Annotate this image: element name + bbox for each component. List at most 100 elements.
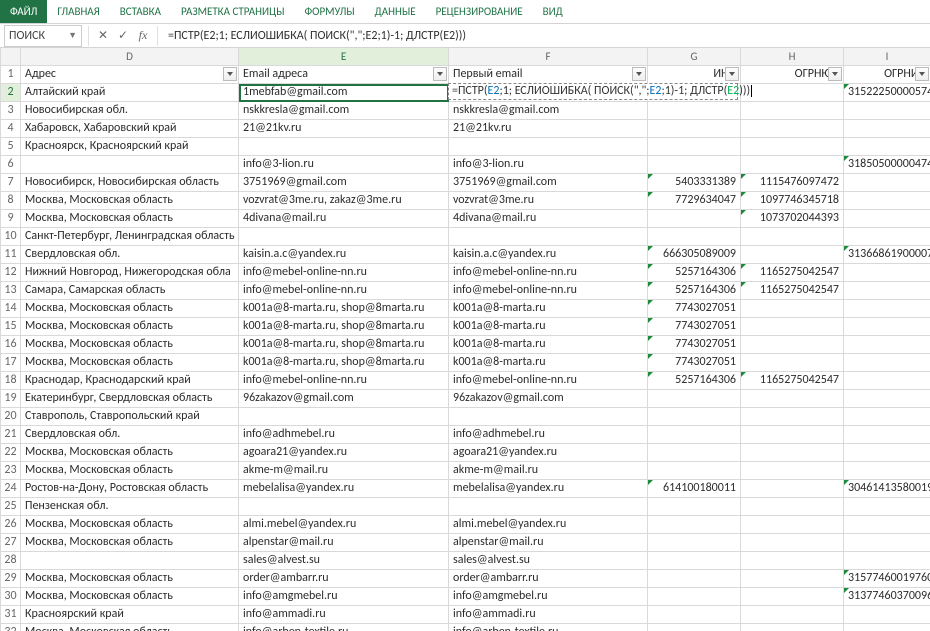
cell-D[interactable] xyxy=(21,552,239,570)
cell-D[interactable]: Москва, Московская область xyxy=(21,462,239,480)
cell-G[interactable]: 7743027051 xyxy=(648,300,741,318)
cell-F[interactable] xyxy=(449,408,648,426)
cell-D[interactable]: Санкт-Петербург, Ленинградская область xyxy=(21,228,239,246)
cell-I[interactable] xyxy=(844,354,930,372)
cell-D[interactable]: Самара, Самарская область xyxy=(21,282,239,300)
row-header[interactable]: 32 xyxy=(1,624,21,631)
row-header[interactable]: 2 xyxy=(1,84,21,102)
cell-F[interactable]: info@ammadi.ru xyxy=(449,606,648,624)
cell-D[interactable] xyxy=(21,156,239,174)
cell-H[interactable] xyxy=(741,570,844,588)
cell-I[interactable] xyxy=(844,426,930,444)
tab-formulas[interactable]: ФОРМУЛЫ xyxy=(294,0,364,23)
row-header[interactable]: 21 xyxy=(1,426,21,444)
cell-E[interactable]: alpenstar@mail.ru xyxy=(239,534,449,552)
cell-H[interactable] xyxy=(741,354,844,372)
cell-I[interactable]: 31377460370096 xyxy=(844,588,930,606)
cell-F[interactable] xyxy=(449,498,648,516)
cell-E[interactable]: nskkresla@gmail.com xyxy=(239,102,449,120)
cell-I[interactable] xyxy=(844,444,930,462)
cell-H[interactable] xyxy=(741,498,844,516)
cell-D[interactable]: Пензенская обл. xyxy=(21,498,239,516)
cell-G[interactable] xyxy=(648,498,741,516)
row-header[interactable]: 5 xyxy=(1,138,21,156)
cell-G[interactable]: 7743027051 xyxy=(648,354,741,372)
col-header-E[interactable]: E xyxy=(239,48,449,66)
cell-H[interactable] xyxy=(741,390,844,408)
filter-button[interactable] xyxy=(632,67,646,81)
cell-G[interactable] xyxy=(648,552,741,570)
cell-I[interactable] xyxy=(844,282,930,300)
cell-D[interactable]: Москва, Московская область xyxy=(21,516,239,534)
cell-G[interactable] xyxy=(648,462,741,480)
cell-I[interactable] xyxy=(844,228,930,246)
row-header[interactable]: 18 xyxy=(1,372,21,390)
filter-button[interactable] xyxy=(433,67,447,81)
cell-D[interactable]: Нижний Новгород, Нижегородская обла xyxy=(21,264,239,282)
cell-F[interactable]: info@amgmebel.ru xyxy=(449,588,648,606)
cell-E[interactable]: order@ambarr.ru xyxy=(239,570,449,588)
cell-G[interactable] xyxy=(648,444,741,462)
row-header[interactable]: 4 xyxy=(1,120,21,138)
cell-H[interactable] xyxy=(741,480,844,498)
cell-H[interactable] xyxy=(741,246,844,264)
cell-G[interactable]: 7729634047 xyxy=(648,192,741,210)
cell-H[interactable] xyxy=(741,84,844,102)
row-header[interactable]: 26 xyxy=(1,516,21,534)
cell-I[interactable]: 31850500000474 xyxy=(844,156,930,174)
cell-H[interactable] xyxy=(741,552,844,570)
cell-D[interactable]: Новосибирск, Новосибирская область xyxy=(21,174,239,192)
cell-F[interactable]: akme-m@mail.ru xyxy=(449,462,648,480)
row-header[interactable]: 9 xyxy=(1,210,21,228)
name-box[interactable]: ПОИСК ▼ xyxy=(4,25,82,47)
cell-E[interactable]: almi.mebel@yandex.ru xyxy=(239,516,449,534)
cell-D[interactable]: Свердловская обл. xyxy=(21,246,239,264)
col-header-F[interactable]: F xyxy=(449,48,648,66)
cell-F[interactable]: info@mebel-online-nn.ru xyxy=(449,264,648,282)
row-header[interactable]: 15 xyxy=(1,318,21,336)
cell-H[interactable]: 1165275042547 xyxy=(741,372,844,390)
tab-file[interactable]: ФАЙЛ xyxy=(0,0,47,23)
cell-F[interactable]: vozvrat@3me.ru xyxy=(449,192,648,210)
cell-F[interactable]: 3751969@gmail.com xyxy=(449,174,648,192)
cell-G[interactable]: 5257164306 xyxy=(648,282,741,300)
cell-E[interactable]: kaisin.a.c@yandex.ru xyxy=(239,246,449,264)
cell-E[interactable]: k001a@8-marta.ru, shop@8marta.ru xyxy=(239,318,449,336)
cell-F[interactable]: info@mebel-online-nn.ru xyxy=(449,282,648,300)
cell-G[interactable]: 7743027051 xyxy=(648,336,741,354)
cell-D[interactable]: Москва, Московская область xyxy=(21,336,239,354)
cell-F[interactable]: 96zakazov@gmail.com xyxy=(449,390,648,408)
cell-G[interactable]: 666305089009 xyxy=(648,246,741,264)
cell-G[interactable] xyxy=(648,156,741,174)
cell-G[interactable] xyxy=(648,606,741,624)
header-cell-G[interactable]: ИНН xyxy=(648,66,741,84)
cell-H[interactable]: 1115476097472 xyxy=(741,174,844,192)
cell-G[interactable]: 5257164306 xyxy=(648,264,741,282)
cell-H[interactable] xyxy=(741,588,844,606)
cell-E[interactable]: akme-m@mail.ru xyxy=(239,462,449,480)
cell-H[interactable] xyxy=(741,534,844,552)
accept-formula-button[interactable]: ✓ xyxy=(113,25,133,47)
cell-F[interactable]: info@mebel-online-nn.ru xyxy=(449,372,648,390)
cell-F[interactable]: 4divana@mail.ru xyxy=(449,210,648,228)
cell-H[interactable] xyxy=(741,102,844,120)
cell-I[interactable] xyxy=(844,174,930,192)
cell-D[interactable]: Москва, Московская область xyxy=(21,354,239,372)
cell-H[interactable] xyxy=(741,318,844,336)
row-header[interactable]: 3 xyxy=(1,102,21,120)
cell-E[interactable]: info@arben-textile.ru xyxy=(239,624,449,631)
cell-E[interactable]: 4divana@mail.ru xyxy=(239,210,449,228)
cell-E[interactable] xyxy=(239,228,449,246)
cell-D[interactable]: Москва, Московская область xyxy=(21,444,239,462)
cell-F[interactable]: info@3-lion.ru xyxy=(449,156,648,174)
cell-I[interactable]: 31577460019760 xyxy=(844,570,930,588)
cell-I[interactable] xyxy=(844,300,930,318)
row-header[interactable]: 28 xyxy=(1,552,21,570)
cell-E[interactable]: info@mebel-online-nn.ru xyxy=(239,372,449,390)
cell-H[interactable]: 1073702044393 xyxy=(741,210,844,228)
row-header[interactable]: 11 xyxy=(1,246,21,264)
cell-H[interactable] xyxy=(741,462,844,480)
cell-I[interactable] xyxy=(844,372,930,390)
cell-F[interactable]: kaisin.a.c@yandex.ru xyxy=(449,246,648,264)
row-header[interactable]: 19 xyxy=(1,390,21,408)
